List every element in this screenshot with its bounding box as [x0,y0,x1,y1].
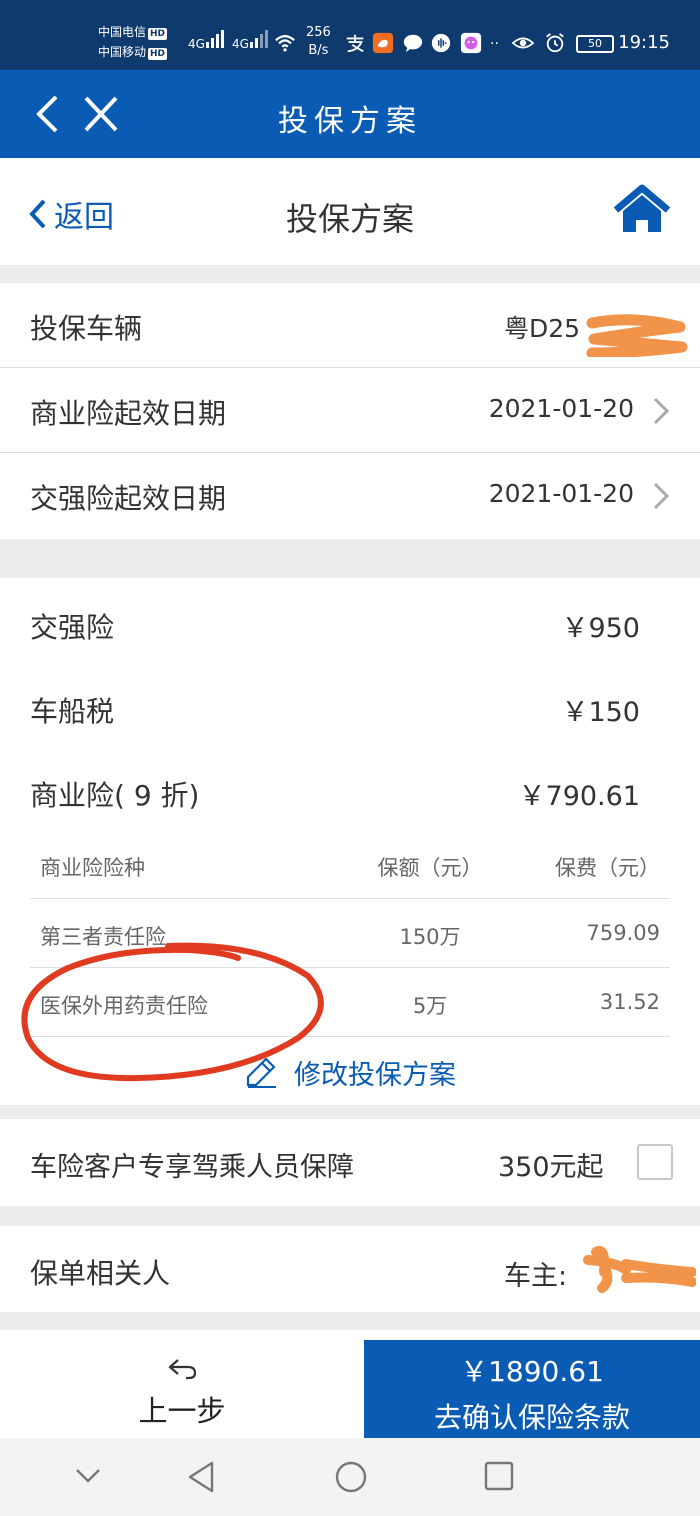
confirm-terms-label: 去确认保险条款 [433,1401,630,1434]
eye-icon [512,37,534,49]
commercial-date-value: 2021-01-20 [488,394,634,423]
system-nav-bar [0,1438,700,1516]
collapse-icon[interactable] [74,1460,102,1494]
page-nav: 返回 投保方案 [0,158,700,265]
addon-section: 车险客户专享驾乘人员保障 350元起 [0,1119,700,1206]
bottom-action-bar: 上一步 ￥1890.61 去确认保险条款 [0,1340,700,1438]
uc-browser-icon [372,32,394,54]
addon-checkbox[interactable] [637,1144,673,1180]
compulsory-date-row[interactable]: 交强险起效日期 2021-01-20 [0,453,700,538]
tax-label: 车船税 [30,695,115,728]
confirm-terms-button[interactable]: ￥1890.61 去确认保险条款 [364,1340,700,1438]
carrier-info: 中国电信 HD 中国移动 HD [98,22,188,62]
prev-step-label: 上一步 [138,1394,226,1428]
tax-value: ￥150 [561,697,640,728]
battery-icon: 50 [576,35,614,53]
redaction-scribble [586,314,688,357]
hidden-row [0,1330,700,1340]
annotation-circle [21,942,324,1082]
header-coverage: 商业险险种 [40,856,145,880]
compulsory-fee-value: ￥950 [561,613,640,644]
vehicle-label: 投保车辆 [30,312,143,345]
signal-icon-2: 4G [232,28,271,51]
coverage-amount: 150万 [399,925,461,949]
app-header: 投保方案 [0,70,700,158]
commercial-fee-value: ￥790.61 [518,781,640,812]
total-amount: ￥1890.61 [460,1355,604,1388]
carrier-1: 中国电信 [98,25,147,39]
chevron-right-icon [653,482,670,510]
policy-party-row[interactable]: 保单相关人 车主: [0,1226,700,1312]
clock: 19:15 [618,32,670,53]
header-premium: 保费（元） [555,856,660,880]
coverage-amount: 5万 [412,994,448,1018]
carrier-2: 中国移动 [98,45,147,59]
vehicle-section: 投保车辆 粤D25 商业险起效日期 2021-01-20 交强险起效日期 202… [0,283,700,539]
compulsory-date-label: 交强险起效日期 [30,482,227,515]
vehicle-row: 投保车辆 粤D25 [0,283,700,368]
net-speed: 256 B/s [306,25,331,58]
table-header: 商业险险种 保额（元） 保费（元） [30,830,670,899]
addon-price: 350元起 [498,1152,604,1183]
compulsory-date-value: 2021-01-20 [488,479,634,508]
back-triangle-icon[interactable] [186,1460,216,1498]
signal-icon-1: 4G [188,28,227,51]
vehicle-plate: 粤D25 [503,314,580,343]
hd-badge-2: HD [148,48,168,60]
coverage-premium: 759.09 [586,921,660,945]
policy-party-value: 车主: [504,1261,568,1292]
header-amount: 保额（元） [377,856,483,880]
redaction-scribble [583,1246,696,1293]
addon-label: 车险客户专享驾乘人员保障 [30,1152,354,1183]
page-title: 投保方案 [285,200,414,238]
chevron-right-icon [653,397,670,425]
commercial-fee-label: 商业险( 9 折) [30,779,200,812]
audio-icon [431,33,451,53]
home-circle-icon[interactable] [334,1460,368,1498]
alipay-icon [346,34,364,53]
status-bar: 中国电信 HD 中国移动 HD 4G 4G 256 B/s ·· 50 19:15 [0,0,700,70]
qq-icon [460,32,482,54]
policy-party-label: 保单相关人 [30,1257,171,1290]
compulsory-fee-label: 交强险 [30,611,115,644]
recents-square-icon[interactable] [484,1460,514,1496]
alarm-icon [546,33,564,53]
coverage-premium: 31.52 [599,990,660,1014]
app-title: 投保方案 [278,104,422,139]
commercial-date-row[interactable]: 商业险起效日期 2021-01-20 [0,368,700,453]
wifi-icon [275,35,295,52]
more-icon: ·· [490,36,499,52]
chat-icon [403,34,423,53]
hd-badge: HD [148,28,168,40]
prev-step-button[interactable]: 上一步 [0,1340,364,1438]
undo-arrow-icon [168,1359,197,1380]
commercial-date-label: 商业险起效日期 [30,397,227,430]
home-icon[interactable] [612,184,672,236]
